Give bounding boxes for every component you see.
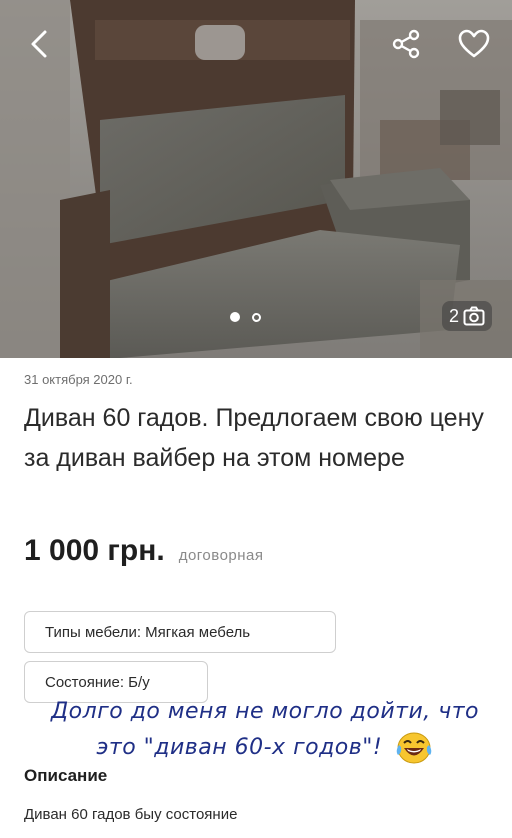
price-value: 1 000 грн. (24, 534, 165, 567)
description-heading: Описание (24, 766, 108, 785)
pagination-dot[interactable] (252, 312, 261, 322)
param-label: Типы мебели: Мягкая мебель (45, 623, 251, 641)
price-negotiable-label: договорная (178, 547, 264, 564)
gallery-pagination (230, 312, 261, 322)
laughing-emoji-icon (396, 732, 431, 764)
share-icon (392, 29, 420, 59)
photo-count-badge[interactable]: 2 (442, 301, 492, 331)
share-button[interactable] (384, 22, 428, 66)
back-button[interactable] (18, 22, 62, 66)
description-text: Диван 60 гадов быу состояние (24, 806, 238, 823)
chevron-left-icon (31, 30, 47, 58)
param-furniture-type[interactable]: Типы мебели: Мягкая мебель (24, 611, 336, 653)
sofa-photo (0, 0, 512, 358)
favorite-button[interactable] (452, 22, 496, 66)
overlay-caption: Долго до меня не могло дойти, что это "д… (40, 694, 490, 766)
pagination-dot-active[interactable] (230, 312, 240, 322)
camera-icon (463, 306, 485, 326)
heart-icon (458, 29, 490, 58)
listing-photo[interactable]: 2 (0, 0, 512, 358)
param-label: Состояние: Б/у (45, 673, 150, 691)
listing-title: Диван 60 гадов. Предлогаем свою цену за … (24, 404, 484, 472)
publish-date: 31 октября 2020 г. (24, 372, 133, 387)
price-row: 1 000 грн. договорная (24, 534, 264, 568)
photo-count-value: 2 (448, 305, 459, 326)
